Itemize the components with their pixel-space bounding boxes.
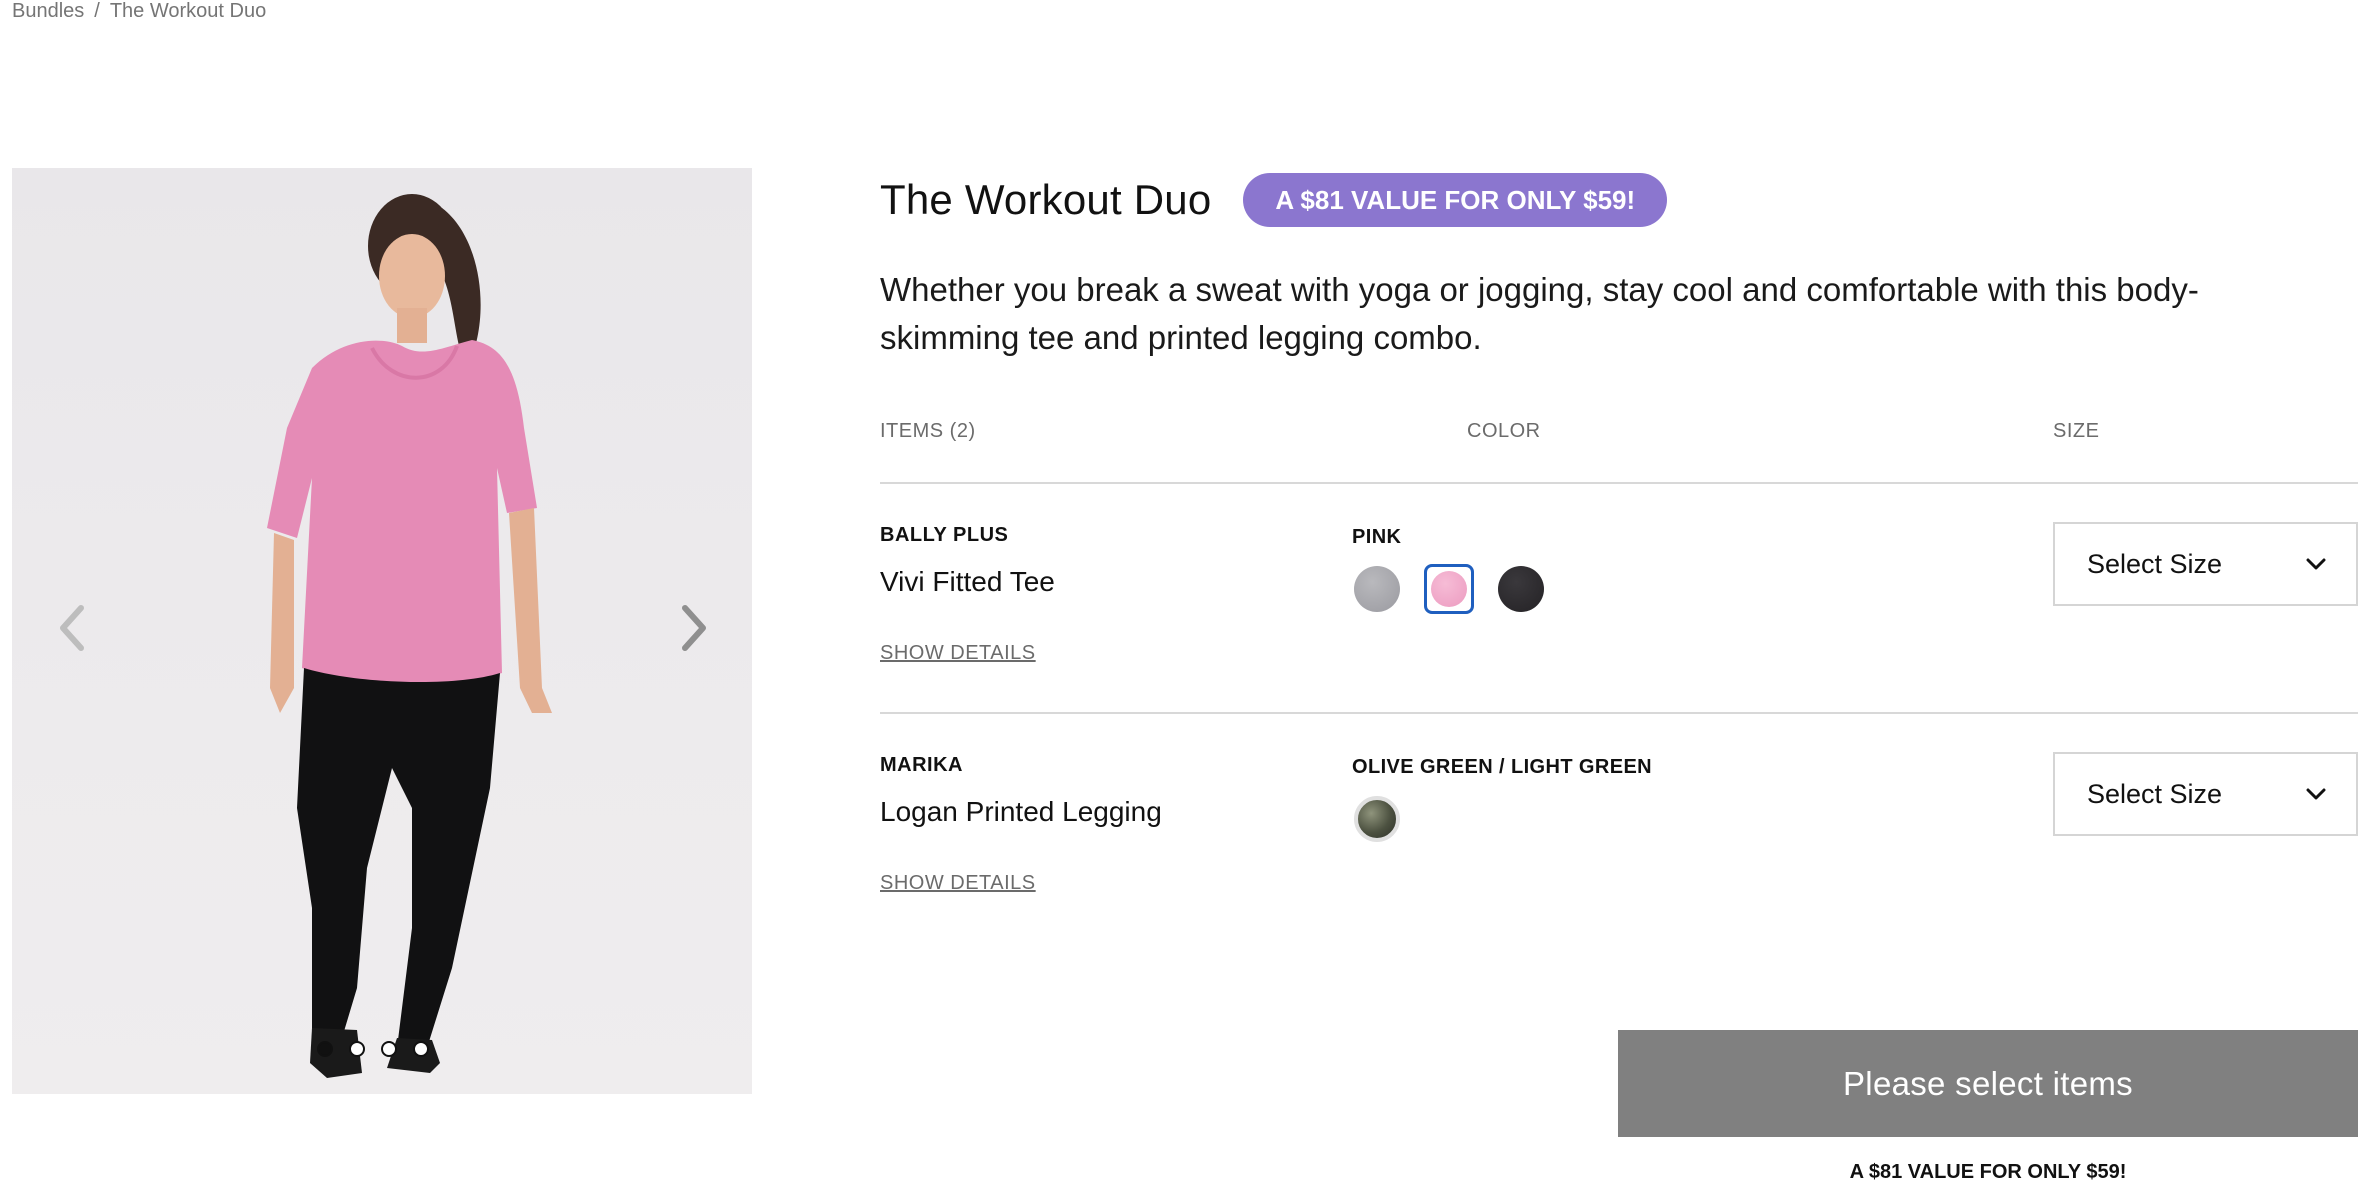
product-panel: The Workout Duo A $81 VALUE FOR ONLY $59… <box>880 168 2358 942</box>
breadcrumb-link-bundles[interactable]: Bundles <box>12 0 84 23</box>
chevron-right-icon <box>682 605 706 651</box>
add-bundle-button[interactable]: Please select items <box>1618 1030 2358 1137</box>
size-select[interactable]: Select Size <box>2053 752 2358 836</box>
swatch-color <box>1498 566 1544 612</box>
item-name: Vivi Fitted Tee <box>880 566 1055 597</box>
header-size: SIZE <box>2053 420 2100 442</box>
promo-badge: A $81 VALUE FOR ONLY $59! <box>1243 173 1668 227</box>
swatch-charcoal[interactable] <box>1496 564 1546 614</box>
gallery-dot[interactable] <box>317 1041 333 1057</box>
breadcrumb-current: The Workout Duo <box>109 0 267 22</box>
gallery-pagination <box>317 1041 429 1057</box>
color-name: OLIVE GREEN / LIGHT GREEN <box>1352 756 1653 778</box>
item-brand: BALLY PLUS <box>880 524 1009 546</box>
swatch-heather-grey[interactable] <box>1352 564 1402 614</box>
gallery-dot[interactable] <box>349 1041 365 1057</box>
color-swatches <box>1352 794 1402 844</box>
item-brand: MARIKA <box>880 754 963 776</box>
item-name: Logan Printed Legging <box>880 796 1162 827</box>
size-select-label: Select Size <box>2087 778 2223 809</box>
show-details-link[interactable]: SHOW DETAILS <box>880 642 1036 665</box>
gallery-dot[interactable] <box>381 1041 397 1057</box>
breadcrumb-separator: / <box>94 0 100 22</box>
gallery-next-button[interactable] <box>664 598 724 658</box>
page-title: The Workout Duo <box>880 176 1212 223</box>
items-table-header: ITEMS (2) COLOR SIZE <box>880 362 2358 484</box>
swatch-pink[interactable] <box>1424 564 1474 614</box>
header-items: ITEMS (2) <box>880 420 976 442</box>
swatch-color <box>1431 571 1467 607</box>
product-gallery <box>12 168 752 1094</box>
product-description: Whether you break a sweat with yoga or j… <box>880 271 2199 356</box>
gallery-prev-button[interactable] <box>42 598 102 658</box>
show-details-link[interactable]: SHOW DETAILS <box>880 872 1036 895</box>
swatch-color <box>1354 796 1400 842</box>
header-color: COLOR <box>1467 420 1541 442</box>
table-row: MARIKA Logan Printed Legging SHOW DETAIL… <box>880 714 2358 942</box>
swatch-color <box>1354 566 1400 612</box>
size-select-label: Select Size <box>2087 548 2223 579</box>
chevron-left-icon <box>60 605 84 651</box>
table-row: BALLY PLUS Vivi Fitted Tee SHOW DETAILS … <box>880 484 2358 714</box>
color-name: PINK <box>1352 526 1402 548</box>
gallery-dot[interactable] <box>413 1041 429 1057</box>
swatch-olive-camo[interactable] <box>1352 794 1402 844</box>
breadcrumb: Bundles / The Workout Duo <box>12 0 266 23</box>
cta-promo-note: A $81 VALUE FOR ONLY $59! <box>1849 1161 2127 1183</box>
product-photo <box>267 194 552 1078</box>
color-swatches <box>1352 564 1546 614</box>
title-row: The Workout Duo A $81 VALUE FOR ONLY $59… <box>880 168 2358 232</box>
size-select[interactable]: Select Size <box>2053 522 2358 606</box>
chevron-down-icon <box>2306 558 2326 570</box>
chevron-down-icon <box>2306 788 2326 800</box>
